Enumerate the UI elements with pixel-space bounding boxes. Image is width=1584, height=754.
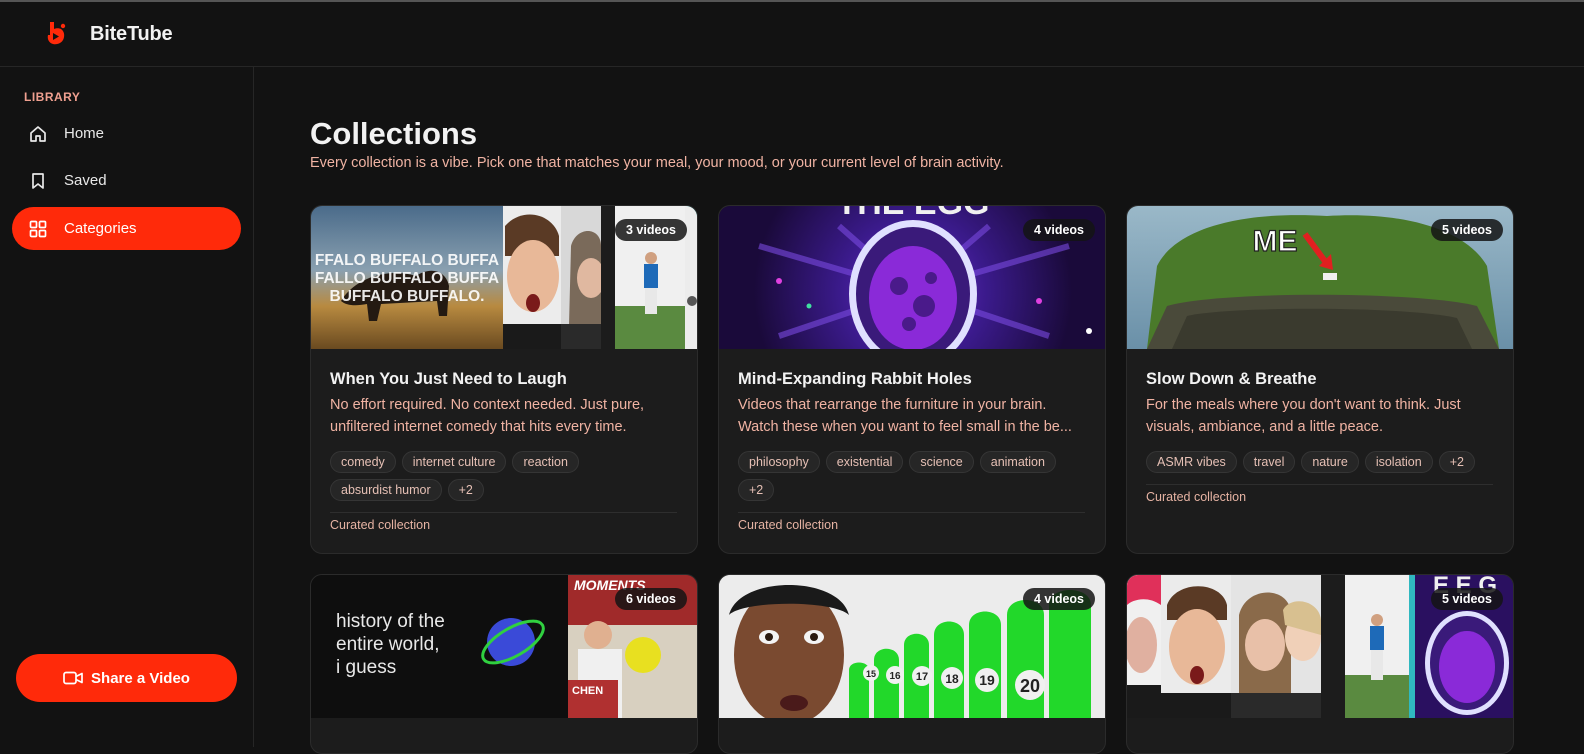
- thumbnail-text: THE EGG: [836, 206, 989, 222]
- tag-list: ASMR vibes travel nature isolation +2: [1146, 451, 1506, 473]
- tag[interactable]: reaction: [512, 451, 579, 473]
- mix-thumbnail-1: [1127, 575, 1161, 718]
- tag[interactable]: existential: [825, 451, 904, 473]
- video-count-badge: 6 videos: [614, 588, 687, 610]
- collection-description: Videos that rearrange the furniture in y…: [738, 397, 1072, 435]
- figure-number: 16: [889, 671, 901, 682]
- sidebar-item-label: Home: [64, 125, 105, 142]
- tag[interactable]: science: [909, 451, 974, 473]
- collection-card-laugh[interactable]: FFALO BUFFALO BUFFA FALLO BUFFALO BUFFA …: [310, 205, 698, 554]
- tag[interactable]: philosophy: [738, 451, 820, 473]
- buffalo-thumbnail: FFALO BUFFALO BUFFA FALLO BUFFALO BUFFA …: [311, 206, 503, 349]
- video-camera-icon: [63, 671, 83, 685]
- tag[interactable]: animation: [979, 451, 1056, 473]
- thumbnail-text: ME: [1253, 225, 1298, 258]
- collection-thumbnail: history of the entire world, i guess MOM…: [311, 575, 697, 718]
- top-bar: BiteTube: [0, 2, 1584, 67]
- tag[interactable]: nature: [1301, 451, 1359, 473]
- collection-description: No effort required. No context needed. J…: [330, 397, 645, 435]
- thumbnail-text: i guess: [336, 657, 397, 678]
- woman-thumbnail: [561, 206, 601, 349]
- page-subtitle: Every collection is a vibe. Pick one tha…: [310, 155, 1004, 171]
- collection-footer: Curated collection: [738, 518, 839, 532]
- sidebar-item-label: Categories: [64, 220, 137, 237]
- sidebar: LIBRARY Home Saved Categories Share a Vi…: [0, 67, 254, 747]
- collection-footer: Curated collection: [1146, 490, 1247, 504]
- divider: [738, 512, 1085, 513]
- video-count-badge: 3 videos: [614, 219, 687, 241]
- figure-number: 17: [916, 671, 928, 683]
- thumbnail-text: FFALO BUFFALO BUFFA: [314, 252, 500, 269]
- collection-card-slow-down[interactable]: ME 5 videos Slow Down & Breathe For the …: [1126, 205, 1514, 554]
- tag[interactable]: travel: [1242, 451, 1296, 473]
- collection-title: Slow Down & Breathe: [1146, 370, 1317, 388]
- tag[interactable]: ASMR vibes: [1146, 451, 1237, 473]
- thumbnail-text: BUFFALO BUFFALO.: [329, 288, 485, 305]
- reaction-face: [503, 206, 561, 349]
- reaction-thumbnail: [503, 206, 561, 349]
- main-content: Collections Every collection is a vibe. …: [255, 67, 1584, 754]
- thumbnail-text: CHEN: [572, 685, 604, 697]
- collection-thumbnail: E E G 5 videos: [1127, 575, 1513, 718]
- collection-card-green-figures[interactable]: 15 16 17 18 19 20 4 videos: [718, 574, 1106, 754]
- sidebar-item-saved[interactable]: Saved: [12, 159, 241, 202]
- planet-graphic: [481, 618, 545, 666]
- collection-thumbnail: THE EGG 4 videos: [719, 206, 1105, 349]
- collection-title: When You Just Need to Laugh: [330, 370, 567, 388]
- figure-number: 19: [979, 672, 995, 688]
- video-count-badge: 5 videos: [1430, 588, 1503, 610]
- page-title: Collections: [310, 116, 478, 151]
- divider: [1146, 484, 1493, 485]
- thumbnail-text: FALLO BUFFALO BUFFA: [314, 270, 500, 287]
- bitetube-logo-icon[interactable]: [44, 21, 68, 47]
- collection-card-mix[interactable]: E E G 5 videos: [1126, 574, 1514, 754]
- thumbnail-text: entire world,: [336, 634, 440, 655]
- more-tags[interactable]: +2: [447, 479, 484, 501]
- mix-thumbnail-3: [1231, 575, 1321, 718]
- app-name[interactable]: BiteTube: [90, 23, 173, 46]
- tag[interactable]: isolation: [1364, 451, 1433, 473]
- sidebar-item-home[interactable]: Home: [12, 112, 241, 155]
- share-video-label: Share a Video: [91, 669, 190, 687]
- home-icon: [28, 124, 48, 144]
- collection-footer: Curated collection: [330, 518, 431, 532]
- mix-thumbnail-4: [1321, 575, 1415, 718]
- collection-card-history[interactable]: history of the entire world, i guess MOM…: [310, 574, 698, 754]
- figure-number: 20: [1020, 676, 1040, 696]
- video-count-badge: 4 videos: [1022, 219, 1095, 241]
- video-count-badge: 4 videos: [1022, 588, 1095, 610]
- more-tags[interactable]: +2: [738, 479, 775, 501]
- thumbnail-text: history of the: [336, 611, 445, 632]
- figure-number: 18: [945, 672, 959, 686]
- figure-number: 15: [866, 669, 876, 679]
- bookmark-icon: [28, 171, 48, 191]
- tag[interactable]: internet culture: [401, 451, 507, 473]
- sidebar-item-label: Saved: [64, 172, 107, 189]
- collection-title: Mind-Expanding Rabbit Holes: [738, 370, 972, 388]
- collection-description: For the meals where you don't want to th…: [1146, 397, 1461, 435]
- tag-list: comedy internet culture reaction absurdi…: [330, 451, 690, 501]
- more-tags[interactable]: +2: [1438, 451, 1475, 473]
- collection-thumbnail: ME 5 videos: [1127, 206, 1513, 349]
- collection-card-rabbit-holes[interactable]: THE EGG 4 videos Mind-Expanding Rabbit H…: [718, 205, 1106, 554]
- sidebar-section-label: LIBRARY: [24, 90, 81, 104]
- video-count-badge: 5 videos: [1430, 219, 1503, 241]
- grid-icon: [28, 219, 48, 239]
- collection-thumbnail: 15 16 17 18 19 20 4 videos: [719, 575, 1105, 718]
- collection-thumbnail: FFALO BUFFALO BUFFA FALLO BUFFALO BUFFA …: [311, 206, 697, 349]
- divider: [330, 512, 677, 513]
- share-video-button[interactable]: Share a Video: [16, 654, 237, 702]
- tag[interactable]: absurdist humor: [330, 479, 442, 501]
- tag[interactable]: comedy: [330, 451, 396, 473]
- tag-list: philosophy existential science animation…: [738, 451, 1098, 501]
- sidebar-item-categories[interactable]: Categories: [12, 207, 241, 250]
- mix-thumbnail-2: [1161, 575, 1231, 718]
